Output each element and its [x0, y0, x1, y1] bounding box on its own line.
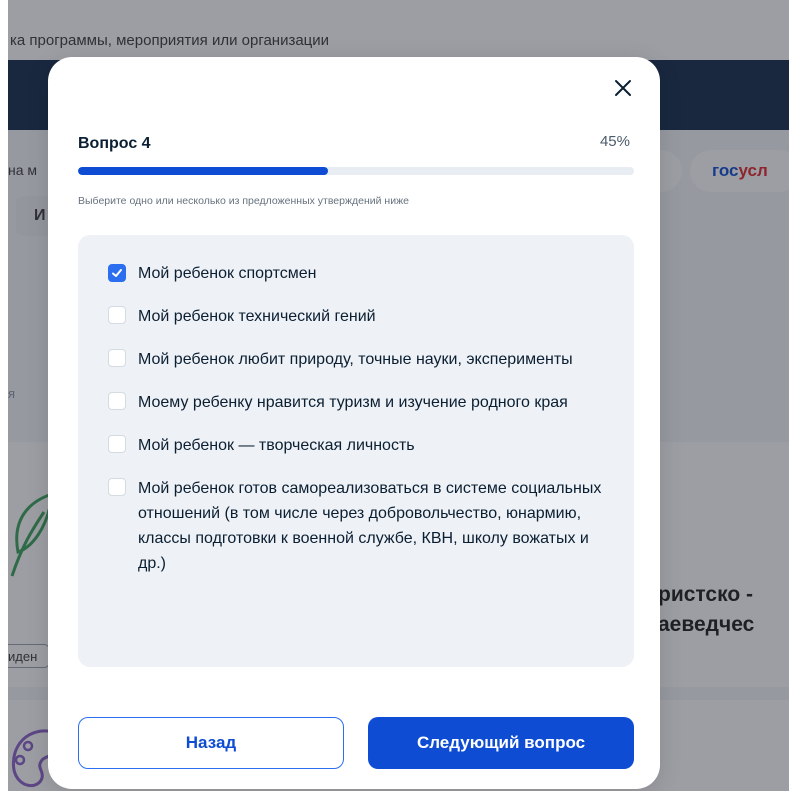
- checkbox[interactable]: [108, 264, 126, 282]
- option-label: Моему ребенку нравится туризм и изучение…: [138, 394, 568, 411]
- progress-percent: 45%: [599, 133, 630, 150]
- quiz-modal: Вопрос 4 45% Выберите одно или несколько…: [48, 57, 660, 789]
- option-label: Мой ребенок любит природу, точные науки,…: [138, 351, 573, 368]
- checkbox[interactable]: [108, 478, 126, 496]
- option-label: Мой ребенок готов самореализоваться в си…: [138, 480, 602, 572]
- option-item[interactable]: Моему ребенку нравится туризм и изучение…: [108, 390, 634, 415]
- progress-bar: [78, 167, 634, 175]
- option-label: Мой ребенок спортсмен: [138, 265, 317, 282]
- close-button[interactable]: [608, 73, 638, 103]
- window-edge: [0, 0, 8, 791]
- option-item[interactable]: Мой ребенок — творческая личность: [108, 433, 634, 458]
- close-icon: [615, 80, 631, 96]
- progress-bar-fill: [78, 167, 329, 175]
- option-item[interactable]: Мой ребенок готов самореализоваться в си…: [108, 476, 634, 576]
- checkbox[interactable]: [108, 306, 126, 324]
- question-title: Вопрос 4: [78, 135, 151, 152]
- check-icon: [112, 269, 122, 277]
- next-question-button[interactable]: Следующий вопрос: [368, 717, 634, 769]
- option-label: Мой ребенок технический гений: [138, 308, 376, 325]
- checkbox[interactable]: [108, 435, 126, 453]
- checkbox[interactable]: [108, 349, 126, 367]
- options-list: Мой ребенок спортсмен Мой ребенок технич…: [78, 235, 634, 667]
- option-label: Мой ребенок — творческая личность: [138, 437, 415, 454]
- option-item[interactable]: Мой ребенок технический гений: [108, 304, 634, 329]
- option-item[interactable]: Мой ребенок любит природу, точные науки,…: [108, 347, 634, 372]
- question-hint: Выберите одно или несколько из предложен…: [78, 195, 409, 207]
- option-item[interactable]: Мой ребенок спортсмен: [108, 261, 634, 286]
- checkbox[interactable]: [108, 392, 126, 410]
- back-button[interactable]: Назад: [78, 717, 344, 769]
